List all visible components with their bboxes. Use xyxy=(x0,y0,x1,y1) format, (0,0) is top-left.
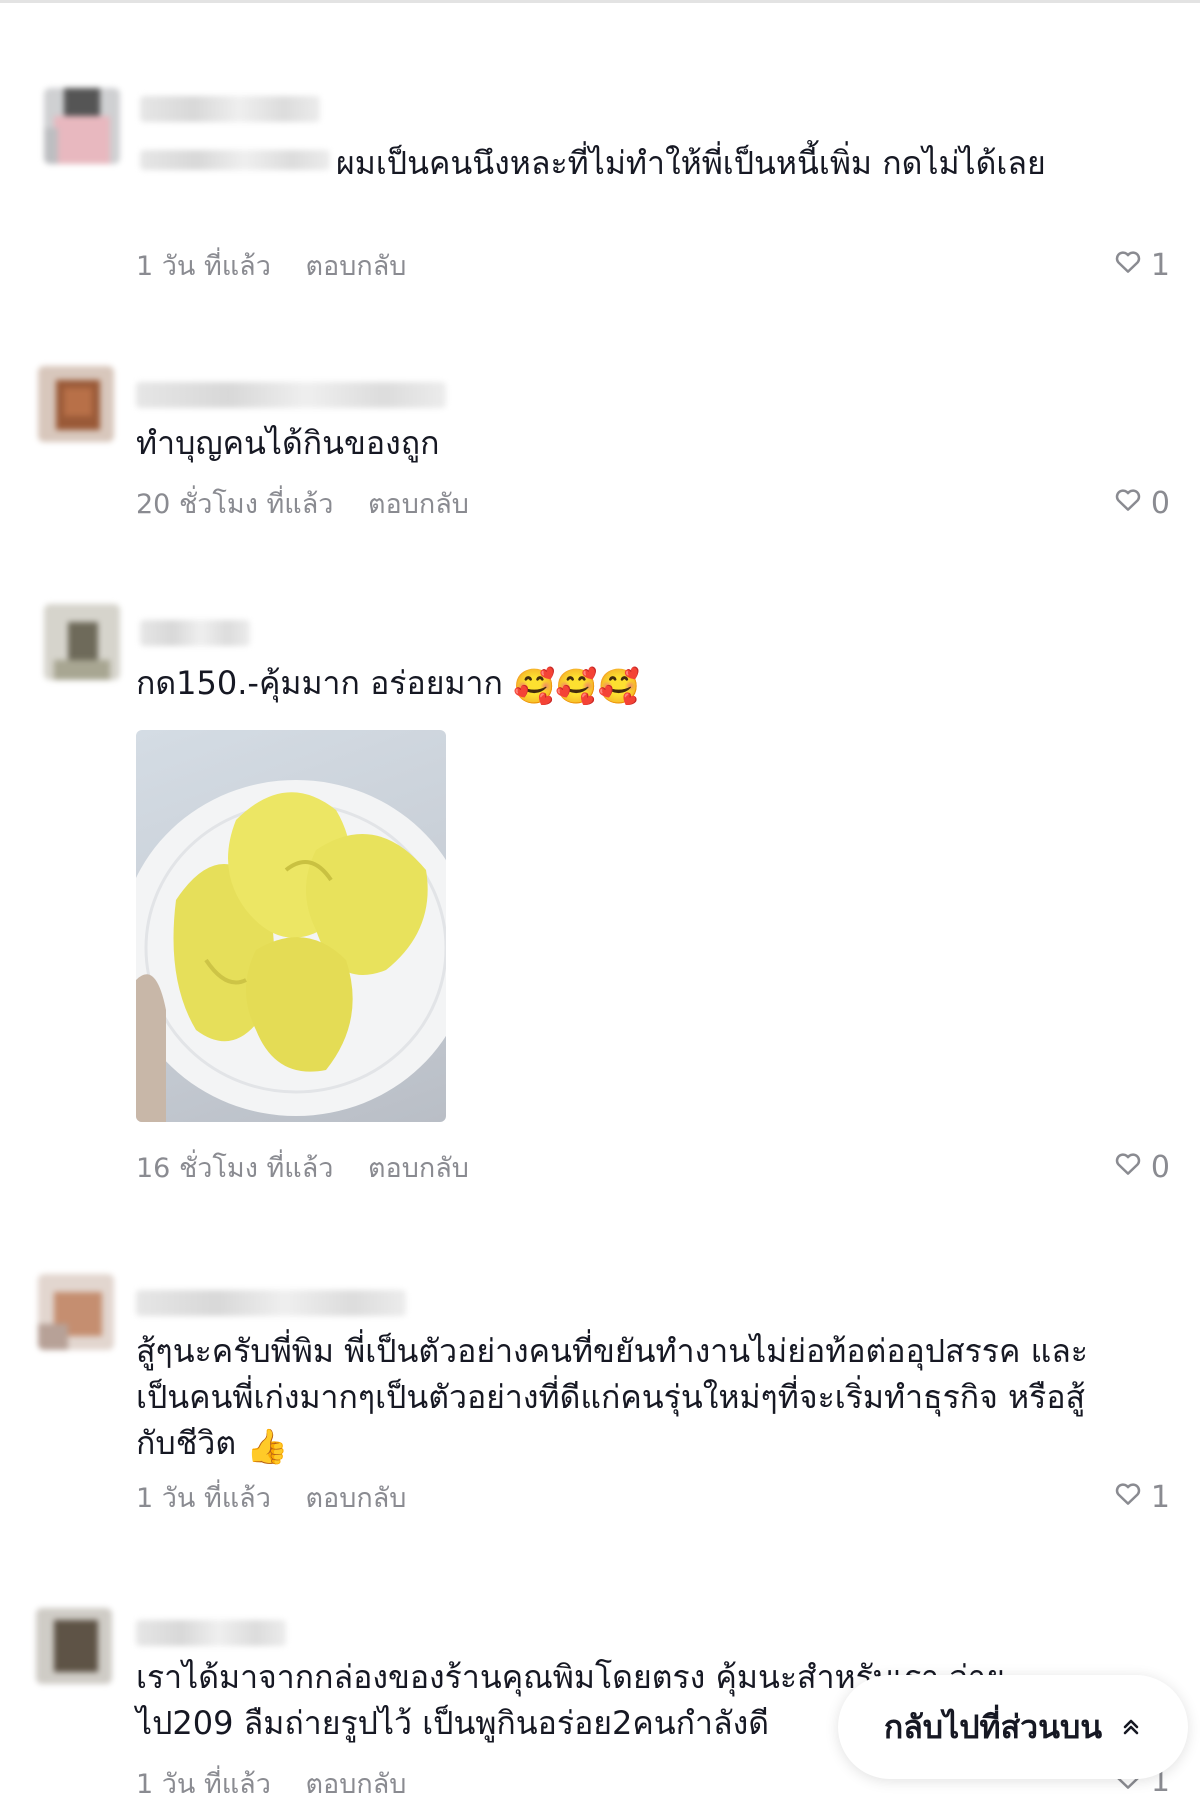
avatar[interactable] xyxy=(44,88,120,164)
like-count: 1 xyxy=(1150,247,1170,283)
comment-text: ผมเป็นคนนึงหละที่ไม่ทำให้พี่เป็นหนี้เพิ่… xyxy=(336,144,1046,182)
comment-meta: 1 วัน ที่แล้ว ตอบกลับ xyxy=(136,1476,406,1519)
reply-button[interactable]: ตอบกลับ xyxy=(368,1153,469,1184)
avatar[interactable] xyxy=(38,1274,114,1350)
heart-outline-icon xyxy=(1113,246,1143,284)
comment-time: 16 ชั่วโมง ที่แล้ว xyxy=(136,1153,334,1184)
username-blurred[interactable] xyxy=(140,620,250,646)
username-blurred[interactable] xyxy=(136,1620,286,1646)
heart-outline-icon xyxy=(1113,1148,1143,1186)
reply-button[interactable]: ตอบกลับ xyxy=(305,1769,406,1800)
durian-photo-icon xyxy=(136,780,446,1122)
comment-time: 20 ชั่วโมง ที่แล้ว xyxy=(136,489,334,520)
comment-text-body: กด150.-คุ้มมาก อร่อยมาก xyxy=(136,664,503,702)
comment-text: สู้ๆนะครับพี่พิม พี่เป็นตัวอย่างคนที่ขยั… xyxy=(136,1328,1096,1470)
double-chevron-up-icon xyxy=(1120,1708,1142,1746)
like-count: 0 xyxy=(1150,1149,1170,1185)
smiling-hearts-emoji: 🥰🥰🥰 xyxy=(513,667,641,707)
username-blurred[interactable] xyxy=(140,96,320,122)
comment-time: 1 วัน ที่แล้ว xyxy=(136,1483,271,1514)
comment-time: 1 วัน ที่แล้ว xyxy=(136,1769,271,1800)
like-button[interactable]: 1 xyxy=(1113,246,1170,284)
comment-meta: 16 ชั่วโมง ที่แล้ว ตอบกลับ xyxy=(136,1146,469,1189)
back-to-top-button[interactable]: กลับไปที่ส่วนบน xyxy=(838,1675,1188,1779)
avatar[interactable] xyxy=(44,604,120,680)
comment-meta: 1 วัน ที่แล้ว ตอบกลับ xyxy=(136,244,406,287)
thumbs-up-emoji: 👍 xyxy=(246,1427,289,1467)
comment-text: ทำบุญคนได้กินของถูก xyxy=(136,424,440,462)
comment-meta: 1 วัน ที่แล้ว ตอบกลับ xyxy=(136,1762,406,1805)
reply-button[interactable]: ตอบกลับ xyxy=(305,1483,406,1514)
back-to-top-label: กลับไปที่ส่วนบน xyxy=(883,1707,1103,1746)
like-count: 1 xyxy=(1150,1479,1170,1515)
comment-photo[interactable] xyxy=(136,730,446,1122)
comment-text: กด150.-คุ้มมาก อร่อยมาก 🥰🥰🥰 xyxy=(136,660,1096,710)
username-blurred[interactable] xyxy=(136,382,446,408)
heart-outline-icon xyxy=(1113,1478,1143,1516)
reply-button[interactable]: ตอบกลับ xyxy=(305,251,406,282)
avatar[interactable] xyxy=(36,1608,112,1684)
reply-button[interactable]: ตอบกลับ xyxy=(368,489,469,520)
comment-meta: 20 ชั่วโมง ที่แล้ว ตอบกลับ xyxy=(136,482,469,525)
avatar[interactable] xyxy=(38,366,114,442)
top-divider xyxy=(0,0,1200,3)
comment-time: 1 วัน ที่แล้ว xyxy=(136,251,271,282)
like-count: 0 xyxy=(1150,485,1170,521)
heart-outline-icon xyxy=(1113,484,1143,522)
username-blurred[interactable] xyxy=(136,1290,406,1316)
like-button[interactable]: 0 xyxy=(1113,484,1170,522)
like-button[interactable]: 1 xyxy=(1113,1478,1170,1516)
like-button[interactable]: 0 xyxy=(1113,1148,1170,1186)
